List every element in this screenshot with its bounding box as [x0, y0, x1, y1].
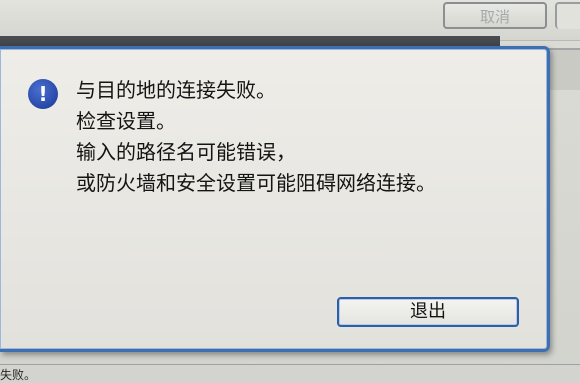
cancel-button[interactable]: 取消 — [443, 2, 547, 29]
background-toolbar: 取消 — [0, 0, 580, 41]
error-dialog: ! 与目的地的连接失败。 检查设置。 输入的路径名可能错误， 或防火墙和安全设置… — [0, 46, 550, 352]
message-line-1: 与目的地的连接失败。 — [76, 78, 276, 102]
message-line-4: 或防火墙和安全设置可能阻碍网络连接。 — [76, 171, 436, 195]
message-line-3: 输入的路径名可能错误， — [76, 140, 296, 164]
message-line-2: 检查设置。 — [76, 109, 176, 133]
status-text: 失败。 — [0, 368, 37, 382]
error-message: 与目的地的连接失败。 检查设置。 输入的路径名可能错误， 或防火墙和安全设置可能… — [76, 75, 536, 199]
side-tab[interactable] — [555, 2, 580, 29]
exclamation-info-icon: ! — [28, 79, 58, 109]
status-bar: 失败。 — [0, 364, 580, 383]
exit-button[interactable]: 退出 — [337, 297, 519, 327]
